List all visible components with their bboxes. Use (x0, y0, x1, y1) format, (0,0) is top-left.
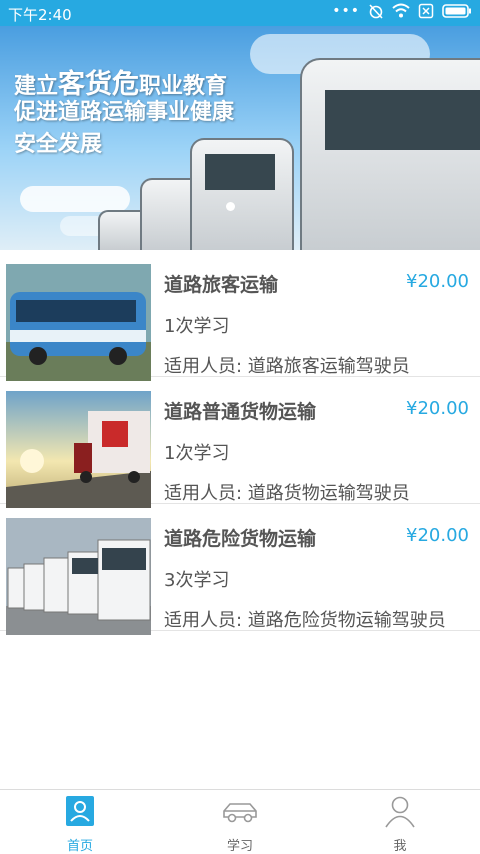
course-price: ¥20.00 (406, 398, 469, 419)
sim-off-icon (418, 3, 434, 19)
more-dots-icon: ••• (332, 3, 360, 19)
tab-home-label: 首页 (66, 839, 93, 854)
course-list: 道路旅客运输 ¥20.00 1次学习 适用人员: 道路旅客运输驾驶员 道路普通货… (0, 250, 480, 635)
car-icon (223, 803, 257, 823)
carousel-indicator-dot[interactable] (226, 202, 235, 211)
bottom-tab-bar: 首页 学习 我 (0, 789, 480, 854)
tab-home[interactable]: 首页 (0, 790, 160, 854)
truck-windshield (325, 90, 480, 150)
wifi-icon (392, 3, 410, 18)
course-item[interactable]: 道路普通货物运输 ¥20.00 1次学习 适用人员: 道路货物运输驾驶员 (0, 377, 480, 508)
course-study-count: 1次学习 (164, 316, 230, 337)
truck-image (300, 58, 480, 250)
course-item[interactable]: 道路危险货物运输 ¥20.00 3次学习 适用人员: 道路危险货物运输驾驶员 (0, 504, 480, 635)
cloud-decoration (20, 186, 130, 212)
cargo-truck-thumbnail (6, 391, 151, 508)
course-price: ¥20.00 (406, 525, 469, 546)
course-study-count: 1次学习 (164, 443, 230, 464)
tab-me-label: 我 (393, 839, 407, 854)
course-title: 道路旅客运输 (164, 274, 279, 296)
promo-banner[interactable]: 建立客货危职业教育 促进道路运输事业健康 安全发展 (0, 26, 480, 250)
course-item[interactable]: 道路旅客运输 ¥20.00 1次学习 适用人员: 道路旅客运输驾驶员 (0, 250, 480, 381)
battery-icon (442, 4, 471, 18)
bus-thumbnail (6, 264, 151, 381)
banner-line-2: 促进道路运输事业健康 (14, 100, 235, 125)
tab-study-label: 学习 (226, 839, 253, 854)
alarm-off-icon (369, 4, 383, 19)
course-audience: 适用人员: 道路危险货物运输驾驶员 (164, 610, 446, 631)
course-study-count: 3次学习 (164, 570, 230, 591)
tab-study[interactable]: 学习 (160, 790, 320, 854)
banner-line-3: 安全发展 (14, 132, 103, 157)
course-price: ¥20.00 (406, 271, 469, 292)
home-icon (66, 796, 94, 826)
status-bar: 下午2:40 ••• (0, 0, 480, 26)
course-title: 道路普通货物运输 (164, 401, 317, 423)
truck-windshield (205, 154, 275, 190)
course-audience: 适用人员: 道路货物运输驾驶员 (164, 483, 410, 504)
status-icons: ••• (332, 3, 472, 19)
tab-me[interactable]: 我 (320, 790, 480, 854)
course-title: 道路危险货物运输 (164, 528, 317, 550)
truck-fleet-thumbnail (6, 518, 151, 635)
course-audience: 适用人员: 道路旅客运输驾驶员 (164, 356, 410, 377)
person-icon (385, 796, 415, 828)
status-time: 下午2:40 (8, 6, 72, 24)
